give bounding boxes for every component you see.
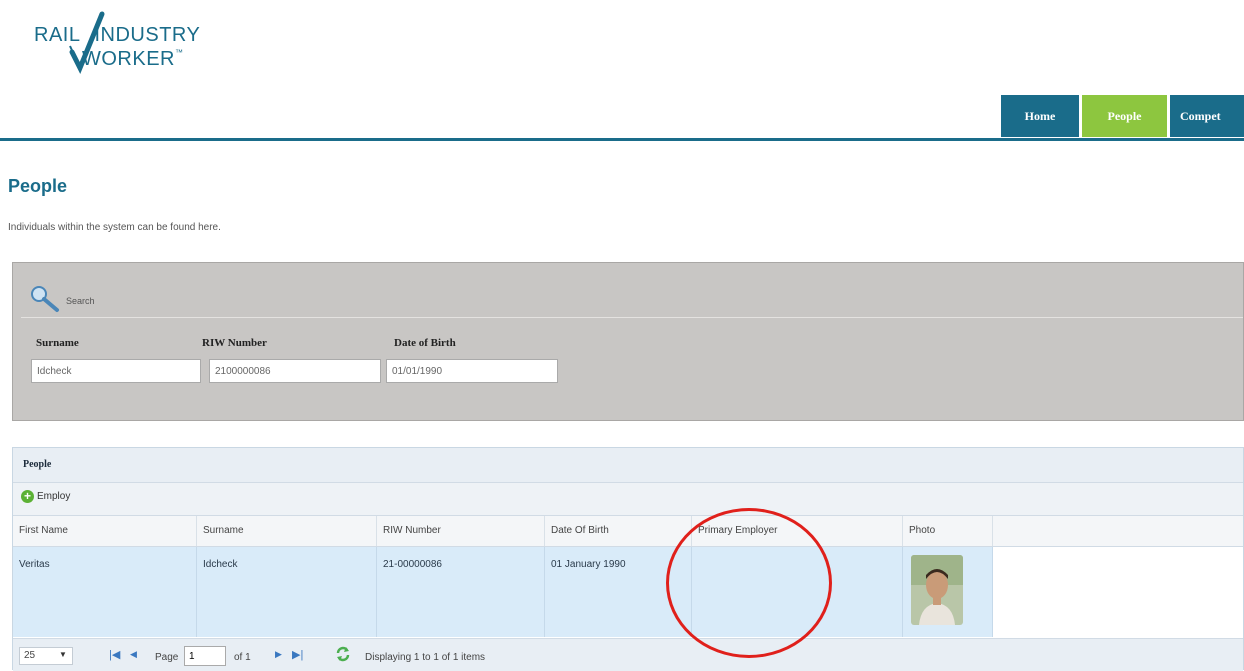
nav-divider [0,138,1244,141]
people-grid: People + Employ First Name Surname RIW N… [12,447,1244,671]
surname-input[interactable] [31,359,201,383]
displaying-items-text: Displaying 1 to 1 of 1 items [365,652,486,663]
page-label: Page [155,652,179,663]
logo-text-rail: RAIL [34,24,81,46]
last-page-icon[interactable]: ▶| [292,648,303,661]
logo-text-worker: WORKER [82,48,175,70]
search-label[interactable]: Search [66,296,95,306]
employ-label: Employ [37,491,71,502]
chevron-down-icon[interactable]: ▼ [59,650,67,659]
trademark: ™ [175,48,184,57]
dob-input[interactable] [386,359,558,383]
dob-label: Date of Birth [394,337,456,349]
logo-text-industry: INDUSTRY [94,24,201,46]
panel-divider [21,317,1243,318]
riw-number-label: RIW Number [202,337,267,349]
grid-title: People [23,459,52,470]
col-first-name[interactable]: First Name [13,516,197,546]
cell-riw-number: 21-00000086 [377,547,545,637]
page-number-input[interactable] [184,646,226,666]
highlight-circle-annotation [666,508,832,658]
prev-page-icon[interactable]: ◀ [130,649,137,660]
grid-pager: 25 ▼ |◀ ◀ Page of 1 ▶ ▶| Displaying 1 to… [13,638,1243,671]
cell-surname: Idcheck [197,547,377,637]
page-count-label: of 1 [234,652,251,663]
person-photo [911,555,963,625]
search-icon[interactable] [25,281,65,317]
main-nav: Home People Compet [1001,95,1244,137]
table-row[interactable]: Veritas Idcheck 21-00000086 01 January 1… [13,547,993,637]
next-page-icon[interactable]: ▶ [275,649,282,660]
refresh-icon[interactable] [335,646,351,662]
surname-label: Surname [36,337,79,349]
tab-home[interactable]: Home [1001,95,1079,137]
col-riw-number[interactable]: RIW Number [377,516,545,546]
rail-industry-worker-logo: RAIL INDUSTRY WORKER™ [28,6,218,86]
cell-first-name: Veritas [13,547,197,637]
add-icon: + [21,490,34,503]
cell-photo [903,547,993,637]
tab-people[interactable]: People [1082,95,1167,137]
page-description: Individuals within the system can be fou… [8,222,221,233]
first-page-icon[interactable]: |◀ [109,648,120,661]
page-title: People [8,176,68,196]
tab-competencies[interactable]: Compet [1170,95,1244,137]
search-panel: Search Surname RIW Number Date of Birth [12,262,1244,421]
grid-toolbar: + Employ [13,483,1243,516]
grid-column-headers: First Name Surname RIW Number Date Of Bi… [13,516,1243,547]
col-surname[interactable]: Surname [197,516,377,546]
employ-button[interactable]: + Employ [21,490,70,503]
col-photo[interactable]: Photo [903,516,993,546]
col-date-of-birth[interactable]: Date Of Birth [545,516,692,546]
riw-number-input[interactable] [209,359,381,383]
